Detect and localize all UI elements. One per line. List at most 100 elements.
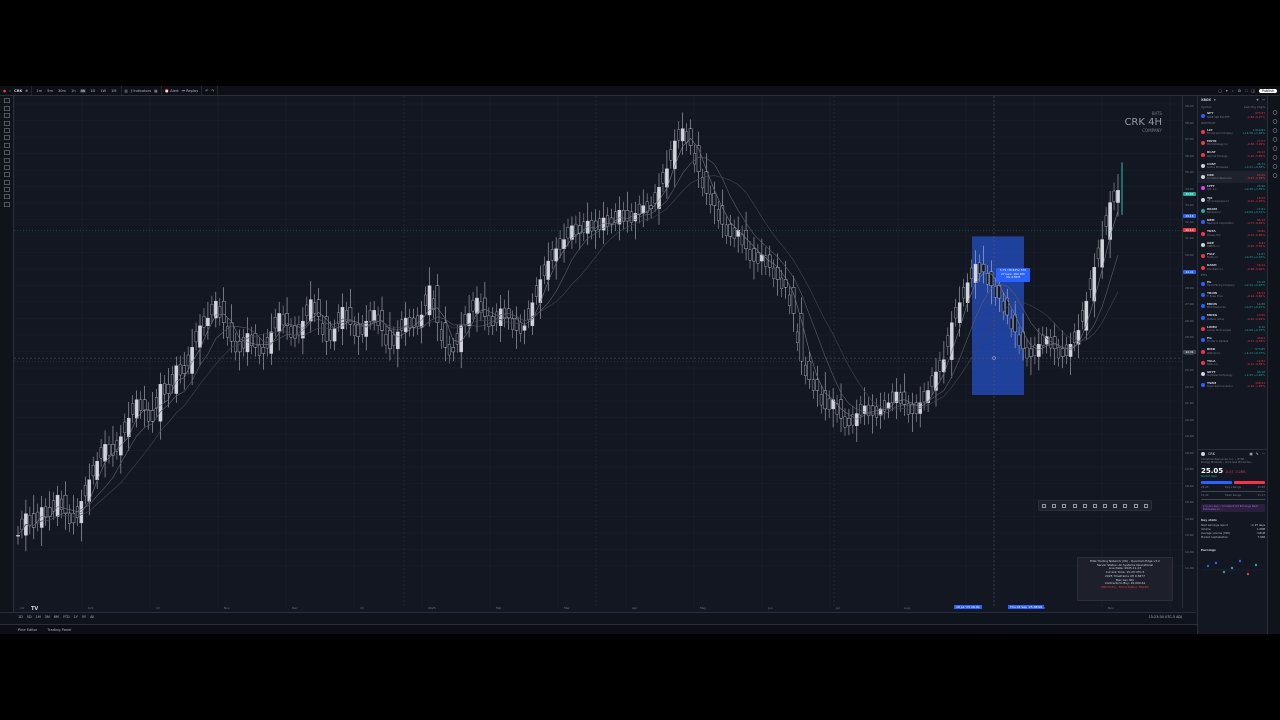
prediction-icon[interactable] bbox=[3, 142, 10, 148]
watchlist-row[interactable]: FSLY Fastly Inc 11.87 +0.25 +2.15% bbox=[1198, 251, 1268, 262]
trash-icon[interactable] bbox=[1133, 503, 1138, 508]
trendline-icon[interactable] bbox=[3, 106, 10, 111]
watchlist-row[interactable]: HL Hecla Mining Company 15.18 +0.14 +0.93% bbox=[1198, 278, 1268, 289]
watchlist-row[interactable]: TSLA Tesla, Inc. 12.81 -0.11 -0.85% bbox=[1198, 357, 1268, 368]
watchlist-row[interactable]: TSEM Tower Semiconductor 106.53 -2.10 -1.93… bbox=[1198, 380, 1268, 391]
panel-tab[interactable]: Pine Editor bbox=[18, 628, 37, 632]
snapshot-icon[interactable]: ◫ bbox=[1252, 89, 1255, 93]
watchlist-row[interactable]: LUMN Lumen Technologies 8.10 +0.06 +0.75% bbox=[1198, 323, 1268, 334]
line-color-icon[interactable] bbox=[1062, 503, 1067, 508]
watchlist-row[interactable]: SPY SPDR S&P 500 ETF 673.97 -1.82 -0.27% bbox=[1198, 110, 1268, 121]
chevron-down-icon[interactable]: ▾ bbox=[1214, 98, 1216, 102]
timeframe-4h[interactable]: 4h bbox=[79, 88, 87, 93]
watchlist-icon[interactable] bbox=[1272, 100, 1278, 115]
symbol-search[interactable]: CRK bbox=[14, 89, 22, 93]
grid-icon[interactable]: ▦ bbox=[1250, 452, 1253, 456]
panel-tab[interactable]: Trading Panel bbox=[47, 628, 71, 632]
chat-icon[interactable] bbox=[1272, 145, 1278, 160]
alerts-icon[interactable] bbox=[1272, 109, 1278, 124]
add-symbol-icon[interactable]: + bbox=[1256, 98, 1259, 102]
details-symbol[interactable]: CRK bbox=[1208, 452, 1215, 456]
watchlist-row[interactable]: MDUS MDU Resources 14.88 +0.07 +0.47% bbox=[1198, 301, 1268, 312]
timeframe-30m[interactable]: 30m bbox=[57, 89, 67, 93]
brush-icon[interactable] bbox=[3, 120, 10, 126]
calendar-icon[interactable] bbox=[1272, 118, 1278, 133]
sell-segment[interactable] bbox=[1234, 481, 1265, 484]
clock-readout[interactable]: 15:23:34 UTC-5 ADJ bbox=[1149, 615, 1182, 619]
range-5Y[interactable]: 5Y bbox=[82, 615, 86, 619]
notifications-icon[interactable] bbox=[1272, 154, 1278, 169]
range-1D[interactable]: 1D bbox=[18, 615, 23, 619]
price-axis[interactable]: 39.00 38.00 37.00 36.00 35.00 34.00 33.00 32.00… bbox=[1182, 96, 1197, 608]
news-icon[interactable] bbox=[1272, 127, 1278, 142]
undo-icon[interactable]: ↶ bbox=[205, 89, 208, 93]
edit-icon[interactable]: ✎ bbox=[1256, 452, 1259, 456]
eye-icon[interactable] bbox=[3, 187, 10, 192]
alert-button[interactable]: ⏰ Alert bbox=[165, 89, 179, 93]
redo-icon[interactable]: ↷ bbox=[211, 89, 214, 93]
zoom-icon[interactable] bbox=[3, 165, 10, 170]
watchlist-row[interactable]: TJX TJX Companies Inc 16.52 -0.21 -1.25% bbox=[1198, 194, 1268, 205]
pen-icon[interactable] bbox=[1092, 503, 1097, 508]
watchlist-row[interactable]: MDXG MiMedx Group 10.56 -0.22 -2.04% bbox=[1198, 312, 1268, 323]
timeframe-1D[interactable]: 1D bbox=[89, 89, 96, 93]
pattern-icon[interactable] bbox=[3, 135, 10, 141]
timeframe-1M[interactable]: 1M bbox=[110, 89, 117, 93]
range-3M[interactable]: 3M bbox=[45, 615, 50, 619]
layout-menu-icon[interactable]: ▾ bbox=[1226, 89, 1228, 93]
watchlist-row[interactable]: CRK Comstock Resources 25.05 -0.07 -0.28% bbox=[1198, 171, 1268, 183]
fullscreen-icon[interactable]: ⛶ bbox=[1245, 89, 1248, 93]
watchlist-row[interactable]: LLY Eli Lilly and Company 1,012.81 +14.56 +… bbox=[1198, 126, 1268, 137]
buy-segment[interactable] bbox=[1201, 481, 1232, 484]
text-icon[interactable] bbox=[1113, 503, 1118, 508]
watchlist-row[interactable]: SKYT SkyWater Technology 90.18 +1.45 +1.63% bbox=[1198, 369, 1268, 380]
crosshair-icon[interactable] bbox=[3, 98, 10, 104]
settings-icon[interactable]: ⚙ bbox=[1238, 89, 1241, 93]
range-6M[interactable]: 6M bbox=[54, 615, 59, 619]
lock-icon[interactable] bbox=[3, 179, 10, 185]
timeframe-1h[interactable]: 1h bbox=[70, 89, 77, 93]
watchlist-row[interactable]: RRAM Rambus Inc 17.81 +0.09 +0.51% bbox=[1198, 205, 1268, 216]
time-axis[interactable]: 14 Oct 13 Nov Dec 13 2025 Feb Mar Apr May Jun Jul Aug… bbox=[14, 604, 1182, 612]
drag-handle-icon[interactable] bbox=[1042, 503, 1047, 508]
line-width-icon[interactable] bbox=[1082, 503, 1087, 508]
favorites-icon[interactable] bbox=[3, 194, 10, 200]
watchlist-row[interactable]: PG Procter & Gamble 43.01 -0.17 -0.39% bbox=[1198, 335, 1268, 346]
watchlist-row[interactable]: MSTR MicroStrategy Inc 17.57 -0.56 -3.09% bbox=[1198, 138, 1268, 149]
templates-icon[interactable]: ▦ bbox=[154, 89, 157, 93]
watchlist-row[interactable]: TNTA Trinseo PLC 36.80 -0.31 -0.84% bbox=[1198, 228, 1268, 239]
range-1M[interactable]: 1M bbox=[36, 615, 41, 619]
watchlist-title[interactable]: XBOX bbox=[1201, 98, 1211, 102]
more-icon[interactable]: ⋯ bbox=[1262, 452, 1265, 456]
help-icon[interactable] bbox=[1272, 163, 1278, 178]
watchlist-row[interactable]: NEM Newmont Corporation 85.24 -0.73 -0.85% bbox=[1198, 217, 1268, 228]
chart-pane[interactable]: BATS CRK 4H COMPANY 5.79 (30.92%) 579 27… bbox=[13, 96, 1182, 612]
layout-icon[interactable]: ▢ bbox=[1219, 89, 1222, 93]
watchlist-row[interactable]: DASH DoorDash Inc 16.13 -0.08 -0.49% bbox=[1198, 262, 1268, 273]
menu-icon[interactable]: ● bbox=[3, 89, 6, 93]
candles-icon[interactable]: ▥ bbox=[125, 89, 128, 93]
col-symbol[interactable]: Symbol bbox=[1201, 105, 1211, 109]
news-headline[interactable]: 2 hours ago • Comstock Q3 Earnings Beat … bbox=[1201, 504, 1265, 512]
timeframe-5m[interactable]: 5m bbox=[46, 89, 54, 93]
search-icon[interactable]: ⌕ bbox=[9, 89, 11, 93]
watchlist-row[interactable]: COST Costco Wholesale 36.71 +0.21 +0.58% bbox=[1198, 160, 1268, 171]
replay-button[interactable]: ⏮ Replay bbox=[182, 89, 199, 93]
publish-button[interactable]: Publish bbox=[1258, 88, 1277, 93]
compare-icon[interactable]: ⊕ bbox=[25, 89, 28, 93]
range-1Y[interactable]: 1Y bbox=[74, 615, 78, 619]
indicators-button[interactable]: ƒ Indicators bbox=[131, 89, 151, 93]
col-last[interactable]: Last Chg Chg% bbox=[1244, 105, 1265, 109]
price-chart[interactable] bbox=[13, 96, 1182, 608]
line-style-icon[interactable] bbox=[1072, 503, 1077, 508]
watchlist-row[interactable]: BIRD Allbirds Inc 573.85 +4.12 +0.72% bbox=[1198, 346, 1268, 357]
ideas-icon[interactable] bbox=[1272, 136, 1278, 151]
watchlist-row[interactable]: LYFT Lyft, Inc. 24.90 +0.38 +1.55% bbox=[1198, 183, 1268, 194]
brush-icon[interactable] bbox=[1052, 503, 1057, 508]
range-YTD[interactable]: YTD bbox=[63, 615, 70, 619]
trash-icon[interactable] bbox=[3, 202, 10, 207]
more-icon[interactable]: ⋯ bbox=[1262, 98, 1265, 102]
range-All[interactable]: All bbox=[90, 615, 94, 619]
more-icon[interactable] bbox=[1143, 503, 1148, 508]
magnet-icon[interactable] bbox=[3, 172, 10, 178]
